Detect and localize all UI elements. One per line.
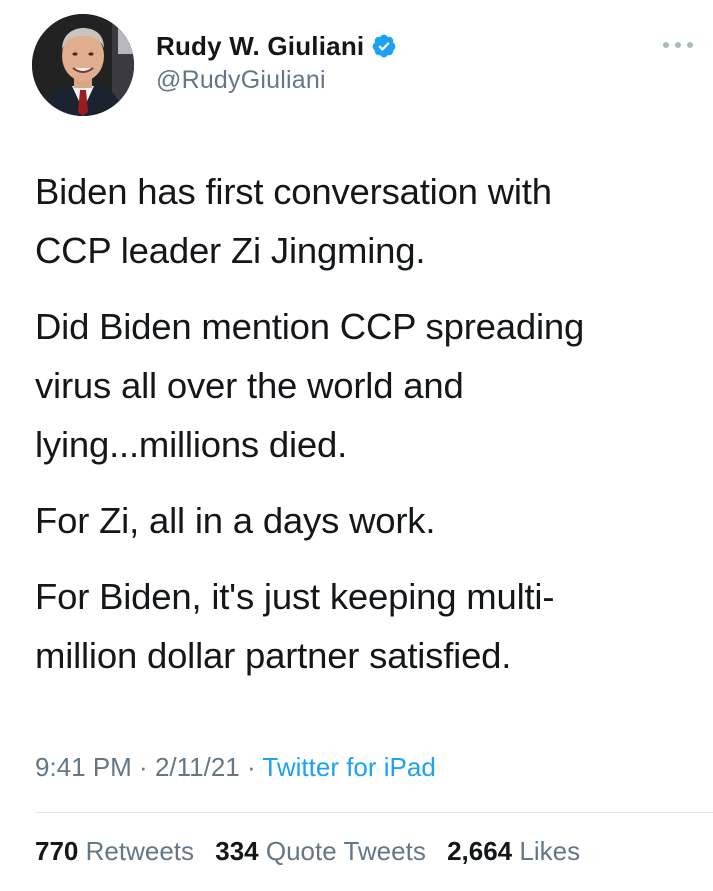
- tweet-time[interactable]: 9:41 PM: [35, 752, 132, 782]
- retweets-label: Retweets: [85, 836, 195, 866]
- tweet-card: Rudy W. Giuliani @RudyGiuliani Biden has…: [0, 0, 713, 891]
- tweet-date[interactable]: 2/11/21: [155, 752, 240, 782]
- meta-separator: ·: [131, 752, 155, 782]
- meta-separator: ·: [239, 752, 263, 782]
- quote-tweets-count: 334: [215, 836, 259, 866]
- author-block: Rudy W. Giuliani @RudyGiuliani: [156, 30, 397, 95]
- likes-count: 2,664: [447, 836, 513, 866]
- tweet-paragraph: Biden has first conversation with CCP le…: [35, 171, 552, 271]
- tweet-paragraph: For Zi, all in a days work.: [35, 500, 436, 541]
- likes-stat[interactable]: 2,664 Likes: [447, 836, 594, 866]
- tweet-source-link[interactable]: Twitter for iPad: [262, 752, 435, 782]
- avatar[interactable]: [32, 14, 134, 116]
- tweet-paragraph: For Biden, it's just keeping multi- mill…: [35, 576, 555, 676]
- tweet-stats: 770 Retweets 334 Quote Tweets 2,664 Like…: [35, 836, 594, 867]
- more-options-icon[interactable]: [661, 38, 695, 52]
- tweet-meta: 9:41 PM · 2/11/21 · Twitter for iPad: [35, 752, 436, 783]
- name-row: Rudy W. Giuliani: [156, 30, 397, 62]
- retweets-stat[interactable]: 770 Retweets: [35, 836, 208, 866]
- tweet-text: Biden has first conversation with CCP le…: [35, 162, 695, 702]
- quote-tweets-label: Quote Tweets: [265, 836, 426, 866]
- verified-badge-icon: [371, 33, 397, 59]
- likes-label: Likes: [519, 836, 581, 866]
- display-name[interactable]: Rudy W. Giuliani: [156, 31, 364, 62]
- tweet-paragraph: Did Biden mention CCP spreading virus al…: [35, 306, 585, 465]
- divider: [35, 812, 713, 813]
- handle[interactable]: @RudyGiuliani: [156, 66, 397, 95]
- profile-photo-icon: [32, 14, 134, 116]
- retweets-count: 770: [35, 836, 79, 866]
- quote-tweets-stat[interactable]: 334 Quote Tweets: [215, 836, 440, 866]
